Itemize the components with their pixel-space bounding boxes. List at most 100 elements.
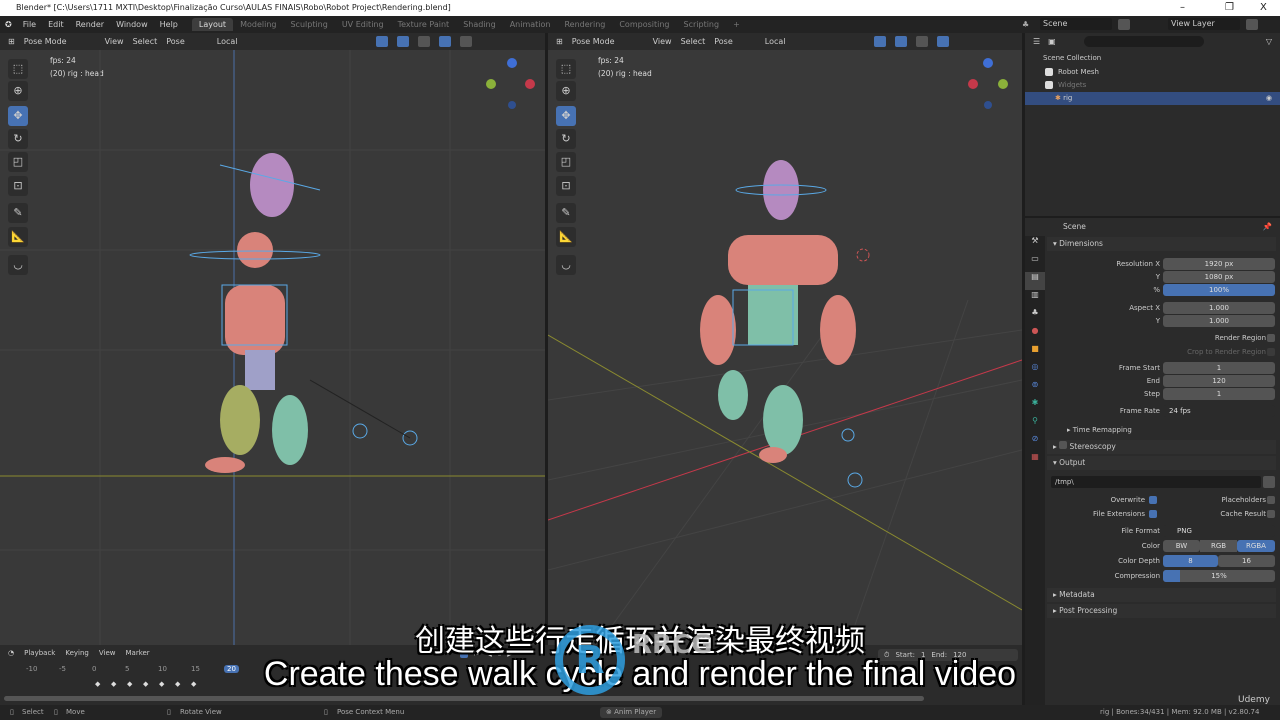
depth-16-button[interactable]: 16 <box>1218 554 1275 567</box>
close-button[interactable]: X <box>1260 0 1267 16</box>
tab-modeling[interactable]: Modeling <box>233 18 283 31</box>
orientation-selector[interactable]: Local <box>217 37 238 46</box>
bone-constraints-tab-icon[interactable]: ⊘ <box>1025 434 1045 452</box>
visibility-eye-icon[interactable]: ◉ <box>1266 92 1272 105</box>
blender-logo-icon[interactable]: ✪ <box>0 20 17 29</box>
filter-icon[interactable]: ▽ <box>1266 37 1272 46</box>
menu-help[interactable]: Help <box>154 20 184 29</box>
editor-type-icon[interactable]: ☰ <box>1033 37 1040 46</box>
resolution-x-field[interactable]: 1920 px <box>1163 257 1275 270</box>
frame-rate-dropdown[interactable]: 24 fps <box>1163 404 1275 417</box>
top-menu-bar: ✪ File Edit Render Window Help Layout Mo… <box>0 16 1280 33</box>
menu-edit[interactable]: Edit <box>42 20 70 29</box>
resolution-percent-field[interactable]: 100% <box>1163 283 1275 296</box>
collection-checkbox[interactable] <box>1045 81 1053 89</box>
editor-type-icon[interactable]: ⊞ <box>556 37 563 46</box>
color-rgba-button[interactable]: RGBA <box>1237 539 1275 552</box>
view-layer-selector[interactable]: View Layer <box>1168 18 1240 30</box>
status-select: Select <box>22 708 44 716</box>
tool-tab-icon[interactable]: ⚒ <box>1025 236 1045 254</box>
tab-compositing[interactable]: Compositing <box>612 18 676 31</box>
file-extensions-checkbox[interactable] <box>1149 509 1157 518</box>
frame-start-field[interactable]: 1 <box>1163 361 1275 374</box>
anim-player-button[interactable]: ⊗ Anim Player <box>600 707 663 718</box>
tab-shading[interactable]: Shading <box>456 18 503 31</box>
new-scene-button[interactable] <box>1118 19 1130 30</box>
aspect-y-field[interactable]: 1.000 <box>1163 314 1275 327</box>
outliner-item-robot-mesh[interactable]: Robot Mesh <box>1045 68 1099 76</box>
tab-layout[interactable]: Layout <box>191 18 234 31</box>
cache-result-checkbox[interactable] <box>1267 509 1275 518</box>
solid-shading-button[interactable] <box>438 36 451 47</box>
crop-region-checkbox[interactable] <box>1267 347 1275 356</box>
maximize-button[interactable]: ❐ <box>1225 0 1234 16</box>
menu-pose[interactable]: Pose <box>166 37 185 46</box>
solid-shading-button[interactable] <box>936 36 949 47</box>
menu-pose[interactable]: Pose <box>714 37 733 46</box>
gizmo-toggle[interactable] <box>873 36 886 47</box>
frame-step-field[interactable]: 1 <box>1163 387 1275 400</box>
display-mode-icon[interactable]: ▣ <box>1048 37 1056 46</box>
material-shading-button[interactable] <box>459 36 472 47</box>
pin-icon[interactable]: 📌 <box>1263 218 1272 236</box>
placeholders-checkbox[interactable] <box>1267 495 1275 504</box>
overwrite-checkbox[interactable] <box>1149 495 1157 504</box>
outliner-item-rig[interactable]: ✱ rig ◉ <box>1025 92 1280 105</box>
folder-browse-icon[interactable] <box>1263 476 1275 488</box>
editor-type-icon[interactable]: ⊞ <box>8 37 15 46</box>
dimensions-panel-header[interactable]: ▾ Dimensions <box>1047 237 1276 251</box>
texture-tab-icon[interactable]: ▦ <box>1025 452 1045 470</box>
outliner-item-scene-collection[interactable]: Scene Collection <box>1043 54 1101 62</box>
viewport-left[interactable]: ⊞ Pose Mode View Select Pose Local ⬚ ⊕ ✥… <box>0 33 545 645</box>
compression-slider[interactable]: 15% <box>1163 569 1275 582</box>
resolution-y-field[interactable]: 1080 px <box>1163 270 1275 283</box>
overlay-toggle[interactable] <box>396 36 409 47</box>
menu-select[interactable]: Select <box>681 37 706 46</box>
bone-tab-icon[interactable]: ⚲ <box>1025 416 1045 434</box>
stereoscopy-panel-header[interactable]: ▸ Stereoscopy <box>1047 440 1276 454</box>
color-bw-button[interactable]: BW <box>1163 539 1200 552</box>
color-label: Color <box>1141 541 1160 550</box>
tab-uv-editing[interactable]: UV Editing <box>335 18 391 31</box>
time-remapping-subpanel[interactable]: ▸ Time Remapping <box>1067 426 1132 434</box>
mode-selector[interactable]: Pose Mode <box>572 37 615 46</box>
compression-fill <box>1163 569 1180 582</box>
viewport-right[interactable]: ⊞ Pose Mode View Select Pose Local ⬚ ⊕ ✥… <box>548 33 1022 645</box>
minimize-button[interactable]: – <box>1180 0 1185 16</box>
overlay-toggle[interactable] <box>894 36 907 47</box>
scene-selector[interactable]: Scene <box>1040 18 1112 30</box>
xray-toggle[interactable] <box>915 36 928 47</box>
menu-file[interactable]: File <box>17 20 42 29</box>
tab-rendering[interactable]: Rendering <box>557 18 612 31</box>
menu-render[interactable]: Render <box>70 20 110 29</box>
add-workspace-button[interactable]: + <box>726 18 747 31</box>
output-path-input[interactable]: /tmp\ <box>1051 476 1261 488</box>
outliner-search-input[interactable] <box>1083 36 1204 47</box>
menu-view[interactable]: View <box>105 37 124 46</box>
timeline-scrollbar[interactable] <box>4 696 924 701</box>
depth-8-button[interactable]: 8 <box>1163 554 1218 567</box>
tab-animation[interactable]: Animation <box>503 18 558 31</box>
metadata-panel-header[interactable]: ▸ Metadata <box>1047 588 1276 602</box>
orientation-selector[interactable]: Local <box>765 37 786 46</box>
menu-select[interactable]: Select <box>133 37 158 46</box>
tab-sculpting[interactable]: Sculpting <box>283 18 334 31</box>
aspect-x-field[interactable]: 1.000 <box>1163 301 1275 314</box>
menu-view[interactable]: View <box>653 37 672 46</box>
file-format-dropdown[interactable]: PNG <box>1163 524 1275 537</box>
xray-toggle[interactable] <box>417 36 430 47</box>
rrcg-logo: R <box>555 625 625 695</box>
collection-checkbox[interactable] <box>1045 68 1053 76</box>
gizmo-toggle[interactable] <box>375 36 388 47</box>
frame-end-field[interactable]: 120 <box>1163 374 1275 387</box>
outliner-item-widgets[interactable]: Widgets <box>1045 81 1086 89</box>
output-panel-header[interactable]: ▾ Output <box>1047 456 1276 470</box>
stereoscopy-checkbox[interactable] <box>1059 441 1068 449</box>
tab-texture-paint[interactable]: Texture Paint <box>391 18 457 31</box>
color-rgb-button[interactable]: RGB <box>1200 539 1237 552</box>
render-region-checkbox[interactable] <box>1267 333 1275 342</box>
tab-scripting[interactable]: Scripting <box>677 18 727 31</box>
menu-window[interactable]: Window <box>110 20 154 29</box>
mode-selector[interactable]: Pose Mode <box>24 37 67 46</box>
new-view-layer-button[interactable] <box>1246 19 1258 30</box>
